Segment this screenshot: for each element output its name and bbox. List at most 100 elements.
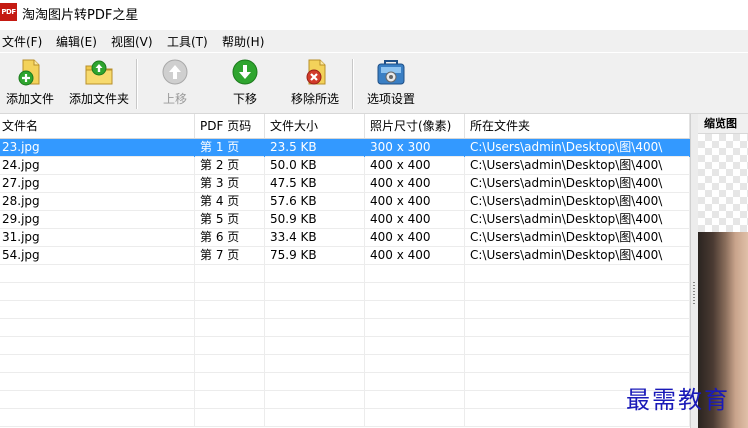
cell-folder (465, 283, 690, 301)
cell-size (265, 319, 365, 337)
cell-size (265, 301, 365, 319)
add-folder-button[interactable]: 添加文件夹 (66, 57, 132, 111)
empty-table-row (0, 301, 690, 319)
cell-filename: 27.jpg (0, 175, 195, 193)
options-label: 选项设置 (366, 92, 415, 106)
menu-file[interactable]: 文件(F) (2, 33, 42, 50)
move-down-label: 下移 (232, 92, 257, 106)
cell-folder: C:\Users\admin\Desktop\图\400\ (465, 229, 690, 247)
menu-view[interactable]: 视图(V) (111, 33, 153, 50)
table-row[interactable]: 27.jpg 第 3 页 47.5 KB 400 x 400 C:\Users\admi… (0, 175, 690, 193)
empty-table-row (0, 409, 690, 427)
cell-dimensions (365, 355, 465, 373)
cell-size: 33.4 KB (265, 229, 365, 247)
options-button[interactable]: 选项设置 (362, 57, 420, 111)
add-file-icon (18, 59, 40, 86)
cell-page (195, 301, 265, 319)
cell-dimensions (365, 265, 465, 283)
pdf-app-icon: PDF (0, 3, 17, 21)
cell-size (265, 355, 365, 373)
table-row[interactable]: 29.jpg 第 5 页 50.9 KB 400 x 400 C:\Users\admi… (0, 211, 690, 229)
cell-size (265, 373, 365, 391)
table-row[interactable]: 23.jpg 第 1 页 23.5 KB 300 x 300 C:\Users\admi… (0, 139, 690, 157)
add-file-button[interactable]: 添加文件 (2, 57, 58, 111)
file-list-table: 文件名 PDF 页码 文件大小 照片尺寸(像素) 所在文件夹 23.jpg 第 1… (0, 114, 690, 428)
add-folder-icon (85, 60, 113, 85)
add-file-label: 添加文件 (5, 92, 54, 106)
table-row[interactable]: 24.jpg 第 2 页 50.0 KB 400 x 400 C:\Users\admi… (0, 157, 690, 175)
empty-table-row (0, 265, 690, 283)
column-header-folder[interactable]: 所在文件夹 (465, 114, 690, 138)
column-header-size[interactable]: 文件大小 (265, 114, 365, 138)
cell-folder (465, 337, 690, 355)
cell-dimensions: 400 x 400 (365, 211, 465, 229)
cell-folder: C:\Users\admin\Desktop\图\400\ (465, 193, 690, 211)
settings-toolbox-icon (377, 60, 405, 85)
move-down-button[interactable]: 下移 (220, 57, 270, 111)
cell-folder (465, 301, 690, 319)
cell-dimensions: 400 x 400 (365, 229, 465, 247)
cell-page: 第 6 页 (195, 229, 265, 247)
cell-size (265, 391, 365, 409)
cell-page: 第 3 页 (195, 175, 265, 193)
cell-dimensions (365, 409, 465, 427)
cell-size: 47.5 KB (265, 175, 365, 193)
cell-filename: 29.jpg (0, 211, 195, 229)
cell-dimensions: 400 x 400 (365, 157, 465, 175)
move-up-button[interactable]: 上移 (150, 57, 200, 111)
table-header: 文件名 PDF 页码 文件大小 照片尺寸(像素) 所在文件夹 (0, 114, 690, 139)
cell-folder: C:\Users\admin\Desktop\图\400\ (465, 157, 690, 175)
cell-page (195, 409, 265, 427)
table-row[interactable]: 54.jpg 第 7 页 75.9 KB 400 x 400 C:\Users\admi… (0, 247, 690, 265)
cell-page: 第 5 页 (195, 211, 265, 229)
cell-size (265, 283, 365, 301)
cell-folder (465, 319, 690, 337)
cell-dimensions (365, 337, 465, 355)
cell-page: 第 7 页 (195, 247, 265, 265)
add-folder-label: 添加文件夹 (68, 92, 129, 106)
cell-filename (0, 301, 195, 319)
toolbar-separator (352, 59, 354, 109)
cell-folder: C:\Users\admin\Desktop\图\400\ (465, 211, 690, 229)
cell-size (265, 409, 365, 427)
cell-size: 50.0 KB (265, 157, 365, 175)
cell-size (265, 265, 365, 283)
cell-filename: 31.jpg (0, 229, 195, 247)
cell-filename (0, 337, 195, 355)
menu-bar: 文件(F) 编辑(E) 视图(V) 工具(T) 帮助(H) (0, 30, 748, 52)
cell-page (195, 319, 265, 337)
cell-page (195, 373, 265, 391)
empty-table-row (0, 283, 690, 301)
menu-tools[interactable]: 工具(T) (167, 33, 208, 50)
splitter-grip-icon (693, 282, 695, 306)
cell-size: 23.5 KB (265, 139, 365, 157)
cell-size: 50.9 KB (265, 211, 365, 229)
column-header-filename[interactable]: 文件名 (0, 114, 195, 138)
thumbnail-panel-title: 缩览图 (698, 114, 748, 134)
empty-table-row (0, 373, 690, 391)
column-header-page[interactable]: PDF 页码 (195, 114, 265, 138)
cell-page: 第 2 页 (195, 157, 265, 175)
cell-filename (0, 319, 195, 337)
cell-dimensions: 300 x 300 (365, 139, 465, 157)
cell-dimensions (365, 301, 465, 319)
cell-size: 57.6 KB (265, 193, 365, 211)
cell-folder (465, 355, 690, 373)
column-header-dimensions[interactable]: 照片尺寸(像素) (365, 114, 465, 138)
transparent-background (698, 134, 748, 232)
menu-edit[interactable]: 编辑(E) (56, 33, 97, 50)
cell-filename (0, 409, 195, 427)
cell-filename: 54.jpg (0, 247, 195, 265)
table-row[interactable]: 28.jpg 第 4 页 57.6 KB 400 x 400 C:\Users\admi… (0, 193, 690, 211)
remove-selected-button[interactable]: 移除所选 (286, 57, 344, 111)
cell-dimensions (365, 283, 465, 301)
cell-page (195, 391, 265, 409)
menu-help[interactable]: 帮助(H) (222, 33, 264, 50)
cell-dimensions: 400 x 400 (365, 175, 465, 193)
empty-table-row (0, 337, 690, 355)
cell-size (265, 337, 365, 355)
cell-filename: 28.jpg (0, 193, 195, 211)
cell-filename (0, 391, 195, 409)
cell-filename: 24.jpg (0, 157, 195, 175)
table-row[interactable]: 31.jpg 第 6 页 33.4 KB 400 x 400 C:\Users\admi… (0, 229, 690, 247)
